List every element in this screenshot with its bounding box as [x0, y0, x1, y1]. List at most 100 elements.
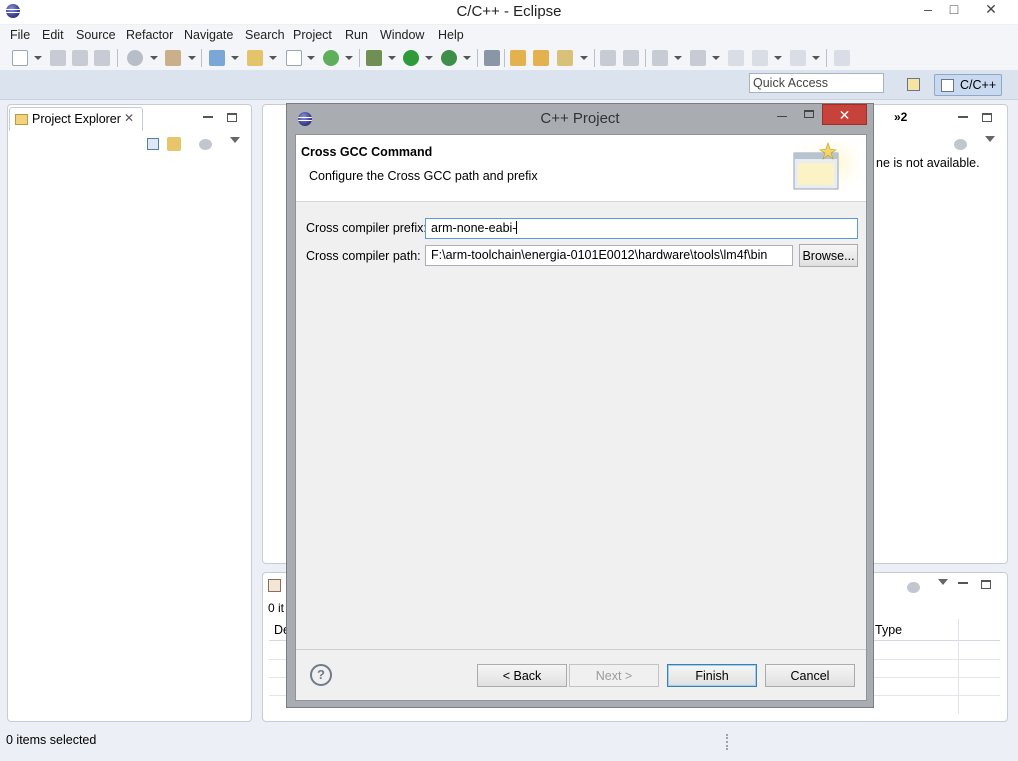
cross-compiler-path-input[interactable]: F:\arm-toolchain\energia-0101E0012\hardw… [425, 245, 793, 266]
next-annotation-dropdown-icon[interactable] [674, 56, 682, 60]
menu-run[interactable]: Run [345, 28, 368, 42]
editor-maximize-icon[interactable] [982, 113, 992, 122]
run-icon[interactable] [403, 50, 419, 66]
problems-view-menu-icon[interactable] [938, 579, 948, 585]
menu-help[interactable]: Help [438, 28, 464, 42]
new-file-dropdown-icon[interactable] [345, 56, 353, 60]
cpp-project-dialog: C++ Project ✕ Cross GCC Command Configur… [286, 103, 874, 708]
cross-compiler-prefix-input[interactable]: arm-none-eabi- [425, 218, 858, 239]
cpp-perspective-button[interactable]: C/C++ [934, 74, 1002, 96]
new-class-icon[interactable] [286, 50, 302, 66]
menu-search[interactable]: Search [245, 28, 285, 42]
problems-minimize-icon[interactable] [958, 582, 968, 584]
save-all-icon[interactable] [72, 50, 88, 66]
dialog-titlebar: C++ Project ✕ [287, 104, 873, 134]
new-folder-icon[interactable] [247, 50, 263, 66]
last-edit-icon[interactable] [728, 50, 744, 66]
quick-access-input[interactable]: Quick Access [749, 73, 884, 93]
project-explorer-panel [7, 104, 252, 722]
show-whitespace-icon[interactable] [623, 50, 639, 66]
menu-window[interactable]: Window [380, 28, 424, 42]
collapse-all-icon[interactable] [147, 138, 159, 150]
menu-edit[interactable]: Edit [42, 28, 64, 42]
forward-icon[interactable] [790, 50, 806, 66]
run-dropdown-icon[interactable] [425, 56, 433, 60]
external-tools-dropdown-icon[interactable] [463, 56, 471, 60]
outline-view-menu-icon[interactable] [985, 136, 995, 142]
build-settings-icon[interactable] [127, 50, 143, 66]
problems-icon [268, 579, 281, 592]
button-bar-separator [296, 649, 866, 650]
debug-dropdown-icon[interactable] [388, 56, 396, 60]
hammer-build-icon[interactable] [165, 50, 181, 66]
menu-project[interactable]: Project [293, 28, 332, 42]
main-toolbar [0, 46, 1018, 70]
menu-bar: File Edit Source Refactor Navigate Searc… [0, 25, 1018, 46]
build-dropdown-icon[interactable] [188, 56, 196, 60]
window-minimize-button[interactable]: – [917, 0, 939, 20]
cancel-button[interactable]: Cancel [765, 664, 855, 687]
maximize-icon[interactable] [227, 113, 237, 122]
previous-annotation-icon[interactable] [690, 50, 706, 66]
column-header-type[interactable]: Type [875, 623, 902, 637]
next-annotation-icon[interactable] [652, 50, 668, 66]
new-class-dropdown-icon[interactable] [307, 56, 315, 60]
outline-filter-icon[interactable] [954, 139, 967, 150]
menu-navigate[interactable]: Navigate [184, 28, 233, 42]
toggle-block-icon[interactable] [600, 50, 616, 66]
minimize-icon[interactable] [203, 116, 213, 118]
external-tools-icon[interactable] [441, 50, 457, 66]
build-settings-dropdown-icon[interactable] [150, 56, 158, 60]
menu-file[interactable]: File [10, 28, 30, 42]
window-maximize-button[interactable]: □ [943, 0, 965, 20]
view-menu-icon[interactable] [230, 137, 240, 143]
tab-project-explorer[interactable]: Project Explorer ✕ [9, 107, 143, 131]
menu-refactor[interactable]: Refactor [126, 28, 173, 42]
open-perspective-button[interactable] [903, 74, 925, 96]
new-dropdown-icon[interactable] [34, 56, 42, 60]
prefix-value: arm-none-eabi- [431, 221, 517, 235]
new-folder-dropdown-icon[interactable] [269, 56, 277, 60]
dialog-minimize-icon[interactable] [777, 116, 787, 117]
problems-filter-icon[interactable] [907, 582, 920, 593]
open-element-icon[interactable] [533, 50, 549, 66]
search-icon[interactable] [557, 50, 573, 66]
dialog-close-button[interactable]: ✕ [822, 104, 867, 125]
debug-icon[interactable] [366, 50, 382, 66]
link-with-editor-icon[interactable] [167, 137, 181, 151]
browse-button[interactable]: Browse... [799, 244, 858, 267]
folder-icon [15, 114, 28, 125]
previous-annotation-dropdown-icon[interactable] [712, 56, 720, 60]
overflow-tabs-indicator[interactable]: »2 [894, 110, 907, 124]
open-type-icon[interactable] [510, 50, 526, 66]
problems-maximize-icon[interactable] [981, 580, 991, 589]
window-close-button[interactable]: ✕ [978, 0, 1004, 20]
back-dropdown-icon[interactable] [774, 56, 782, 60]
close-tab-icon[interactable]: ✕ [124, 111, 134, 125]
editor-minimize-icon[interactable] [958, 116, 968, 118]
dialog-title: C++ Project [540, 110, 620, 127]
save-icon[interactable] [50, 50, 66, 66]
new-c-file-icon[interactable] [323, 50, 339, 66]
print-icon[interactable] [94, 50, 110, 66]
path-value: F:\arm-toolchain\energia-0101E0012\hardw… [431, 248, 768, 262]
new-project-dropdown-icon[interactable] [231, 56, 239, 60]
new-cpp-project-icon[interactable] [209, 50, 225, 66]
back-icon[interactable] [752, 50, 768, 66]
menu-source[interactable]: Source [76, 28, 116, 42]
toggle-mark-icon[interactable] [484, 50, 500, 66]
back-button[interactable]: < Back [477, 664, 567, 687]
wizard-banner-icon [790, 141, 860, 197]
filter-icon[interactable] [199, 139, 212, 150]
search-dropdown-icon[interactable] [580, 56, 588, 60]
help-icon[interactable]: ? [310, 664, 332, 686]
pin-editor-icon[interactable] [834, 50, 850, 66]
forward-dropdown-icon[interactable] [812, 56, 820, 60]
next-button[interactable]: Next > [569, 664, 659, 687]
finish-button[interactable]: Finish [667, 664, 757, 687]
window-titlebar: C/C++ - Eclipse – □ ✕ [0, 0, 1018, 24]
text-caret [516, 221, 518, 234]
new-icon[interactable] [12, 50, 28, 66]
dialog-maximize-icon[interactable] [804, 110, 814, 118]
status-bar [0, 727, 1018, 761]
